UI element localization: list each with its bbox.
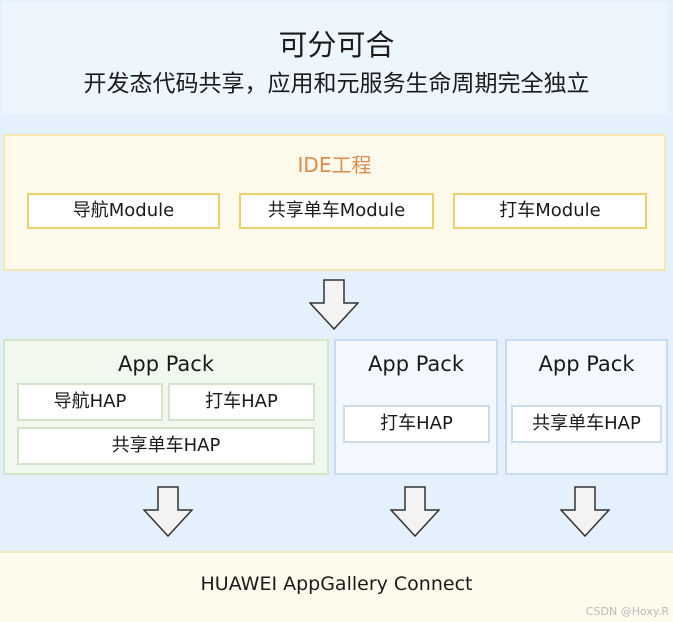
app-pack-combined: App Pack 导航HAP 打车HAP 共享单车HAP bbox=[3, 339, 329, 475]
app-pack-title: App Pack bbox=[538, 352, 635, 376]
down-arrow-icon bbox=[309, 279, 359, 331]
hap-bike-sharing: 共享单车HAP bbox=[17, 427, 315, 465]
app-pack-bike-sharing: App Pack 共享单车HAP bbox=[505, 339, 668, 475]
module-navigation: 导航Module bbox=[27, 193, 220, 229]
ide-project-box: IDE工程 导航Module 共享单车Module 打车Module bbox=[3, 134, 666, 271]
watermark: CSDN @Hoxy.R bbox=[585, 605, 669, 618]
down-arrow-icon bbox=[560, 486, 610, 538]
app-pack-title: App Pack bbox=[118, 352, 214, 376]
module-bike-sharing: 共享单车Module bbox=[239, 193, 434, 229]
app-pack-title: App Pack bbox=[368, 352, 464, 376]
app-pack-ride-hailing: App Pack 打车HAP bbox=[334, 339, 498, 475]
diagram-title: 可分可合 bbox=[278, 28, 395, 62]
appgallery-connect-box: HUAWEI AppGallery Connect CSDN @Hoxy.R bbox=[0, 551, 673, 622]
hap-navigation: 导航HAP bbox=[17, 383, 163, 421]
hap-ride-hailing: 打车HAP bbox=[168, 383, 315, 421]
diagram-subtitle: 开发态代码共享，应用和元服务生命周期完全独立 bbox=[83, 71, 590, 97]
module-ride-hailing: 打车Module bbox=[453, 193, 647, 229]
down-arrow-icon bbox=[143, 486, 193, 538]
hap-bike-sharing: 共享单车HAP bbox=[511, 405, 662, 443]
appgallery-connect-label: HUAWEI AppGallery Connect bbox=[200, 573, 473, 595]
hap-ride-hailing: 打车HAP bbox=[343, 405, 490, 443]
ide-project-title: IDE工程 bbox=[297, 153, 372, 177]
down-arrow-icon bbox=[390, 486, 440, 538]
